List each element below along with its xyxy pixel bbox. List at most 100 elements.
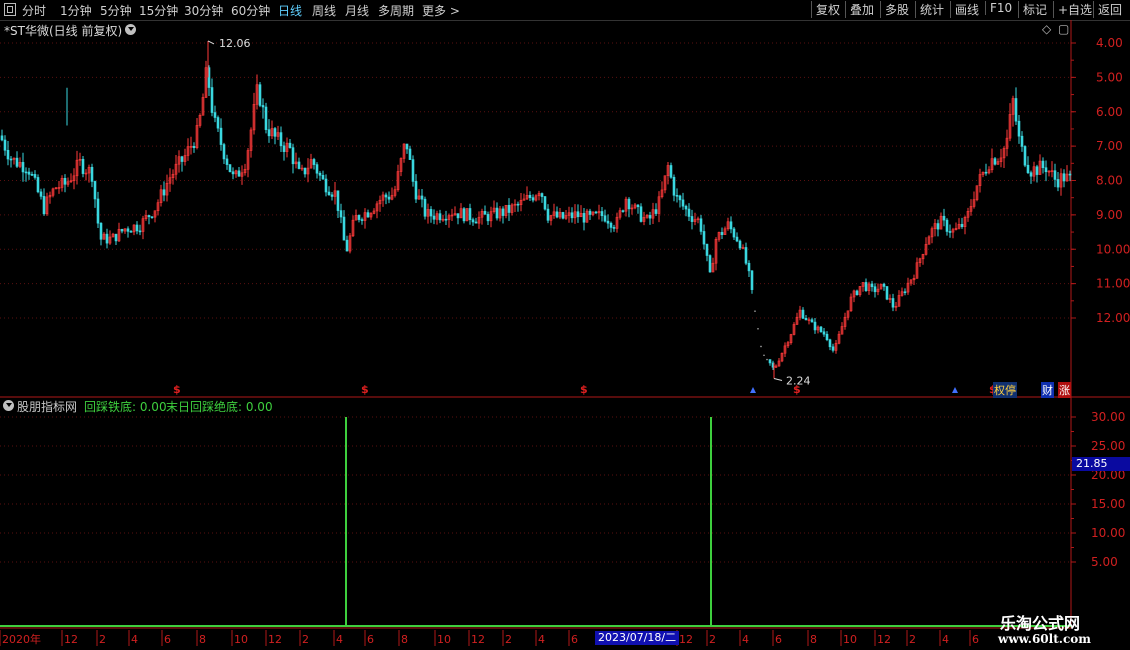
candle-body — [9, 158, 13, 161]
event-marker-rights[interactable]: 权停 — [993, 382, 1017, 398]
candle-body — [99, 222, 103, 240]
x-tick-label: 6 — [775, 633, 782, 646]
candle-body — [15, 157, 19, 167]
candle-body — [669, 165, 673, 178]
candle-body — [231, 171, 235, 175]
x-tick-label: 2 — [99, 633, 106, 646]
candle-body — [444, 218, 448, 221]
x-tick-label: 12 — [679, 633, 693, 646]
candle-body — [420, 195, 424, 200]
candle-body — [63, 177, 67, 185]
event-marker-limit[interactable]: 涨 — [1058, 382, 1071, 398]
candle-body — [429, 209, 433, 217]
candle-body — [1044, 167, 1048, 173]
x-tick-label: 12 — [64, 633, 78, 646]
candle-body — [822, 331, 826, 335]
candle-body — [735, 236, 739, 242]
candle-body — [150, 216, 154, 219]
candle-body — [384, 194, 388, 198]
candle-body — [24, 171, 28, 174]
candle-body — [870, 283, 874, 288]
x-tick-label: 6 — [571, 633, 578, 646]
x-tick-label: 6 — [972, 633, 979, 646]
candle-body — [96, 198, 100, 224]
candle-body — [1014, 98, 1018, 122]
candle-body — [708, 255, 712, 273]
candle-body — [729, 221, 733, 230]
x-tick-label: 2 — [909, 633, 916, 646]
candle-body — [90, 166, 94, 182]
indicator-dropdown-icon[interactable] — [3, 400, 14, 411]
candle-body — [639, 206, 643, 222]
candle-body — [576, 211, 580, 218]
gap-dot — [754, 310, 756, 312]
candle-body — [600, 211, 604, 217]
candle-body — [555, 211, 559, 218]
main-tick-label: 8.00 — [1096, 174, 1123, 188]
candle-body — [750, 270, 754, 290]
indicator-title[interactable]: 股朋指标网 — [17, 398, 77, 415]
candle-body — [609, 222, 613, 228]
candle-body — [366, 212, 370, 218]
x-tick-label: 6 — [367, 633, 374, 646]
candle-body — [21, 162, 25, 173]
stock-title[interactable]: *ST华微(日线 前复权) — [4, 22, 122, 39]
candle-body — [882, 283, 886, 287]
candle-body — [702, 231, 706, 245]
candle-body — [180, 156, 184, 162]
candle-body — [474, 221, 478, 224]
candle-body — [561, 212, 565, 219]
candle-body — [483, 211, 487, 215]
candle-body — [129, 231, 133, 233]
candle-body — [690, 216, 694, 222]
candle-body — [699, 218, 703, 232]
gap-dot — [766, 358, 768, 361]
candle-body — [438, 213, 442, 221]
indicator-tick-label: 15.00 — [1091, 497, 1125, 511]
candle-body — [324, 178, 328, 193]
event-triangle — [750, 387, 756, 393]
candle-body — [855, 290, 859, 296]
candle-body — [318, 172, 322, 176]
chart-canvas[interactable]: 12.062.24$$$$$ 12.0011.0010.009.008.007.… — [0, 0, 1130, 650]
candle-body — [36, 177, 40, 193]
indicator-tick-label: 30.00 — [1091, 410, 1125, 424]
event-marker-finance[interactable]: 财 — [1041, 382, 1054, 398]
x-tick-label: 2 — [709, 633, 716, 646]
diamond-icon[interactable]: ◇ — [1042, 22, 1051, 36]
candle-body — [582, 213, 586, 223]
candle-body — [1053, 170, 1057, 180]
candle-body — [903, 291, 907, 294]
candle-body — [603, 215, 607, 222]
candle-body — [462, 208, 466, 222]
indicator-tick-label: 25.00 — [1091, 439, 1125, 453]
window-icon[interactable]: ▢ — [1058, 22, 1069, 36]
candle-body — [282, 145, 286, 152]
candle-body — [228, 164, 232, 173]
candle-body — [810, 319, 814, 323]
candle-body — [648, 215, 652, 219]
candle-body — [732, 228, 736, 238]
candle-body — [273, 128, 277, 137]
candle-body — [528, 194, 532, 198]
candle-body — [114, 233, 118, 242]
candle-body — [261, 105, 265, 108]
title-dropdown-icon[interactable] — [125, 24, 136, 35]
candle-body — [588, 210, 592, 215]
indicator-field-final-bottom: 末日回踩绝底: 0.00 — [166, 400, 273, 414]
candle-body — [885, 286, 889, 300]
candle-body — [825, 333, 829, 341]
candle-body — [948, 231, 952, 233]
grid-layer — [0, 20, 1130, 629]
x-tick-label: 4 — [336, 633, 343, 646]
candle-body — [303, 167, 307, 175]
candle-body — [495, 207, 499, 219]
candle-body — [222, 144, 226, 160]
candle-body — [1026, 164, 1030, 173]
candles-layer: 12.062.24$$$$$ — [0, 37, 1072, 396]
indicator-layer — [0, 417, 1071, 627]
x-tick-label: 12 — [268, 633, 282, 646]
candle-body — [297, 161, 301, 169]
candle-body — [738, 240, 742, 249]
candle-body — [138, 230, 142, 233]
